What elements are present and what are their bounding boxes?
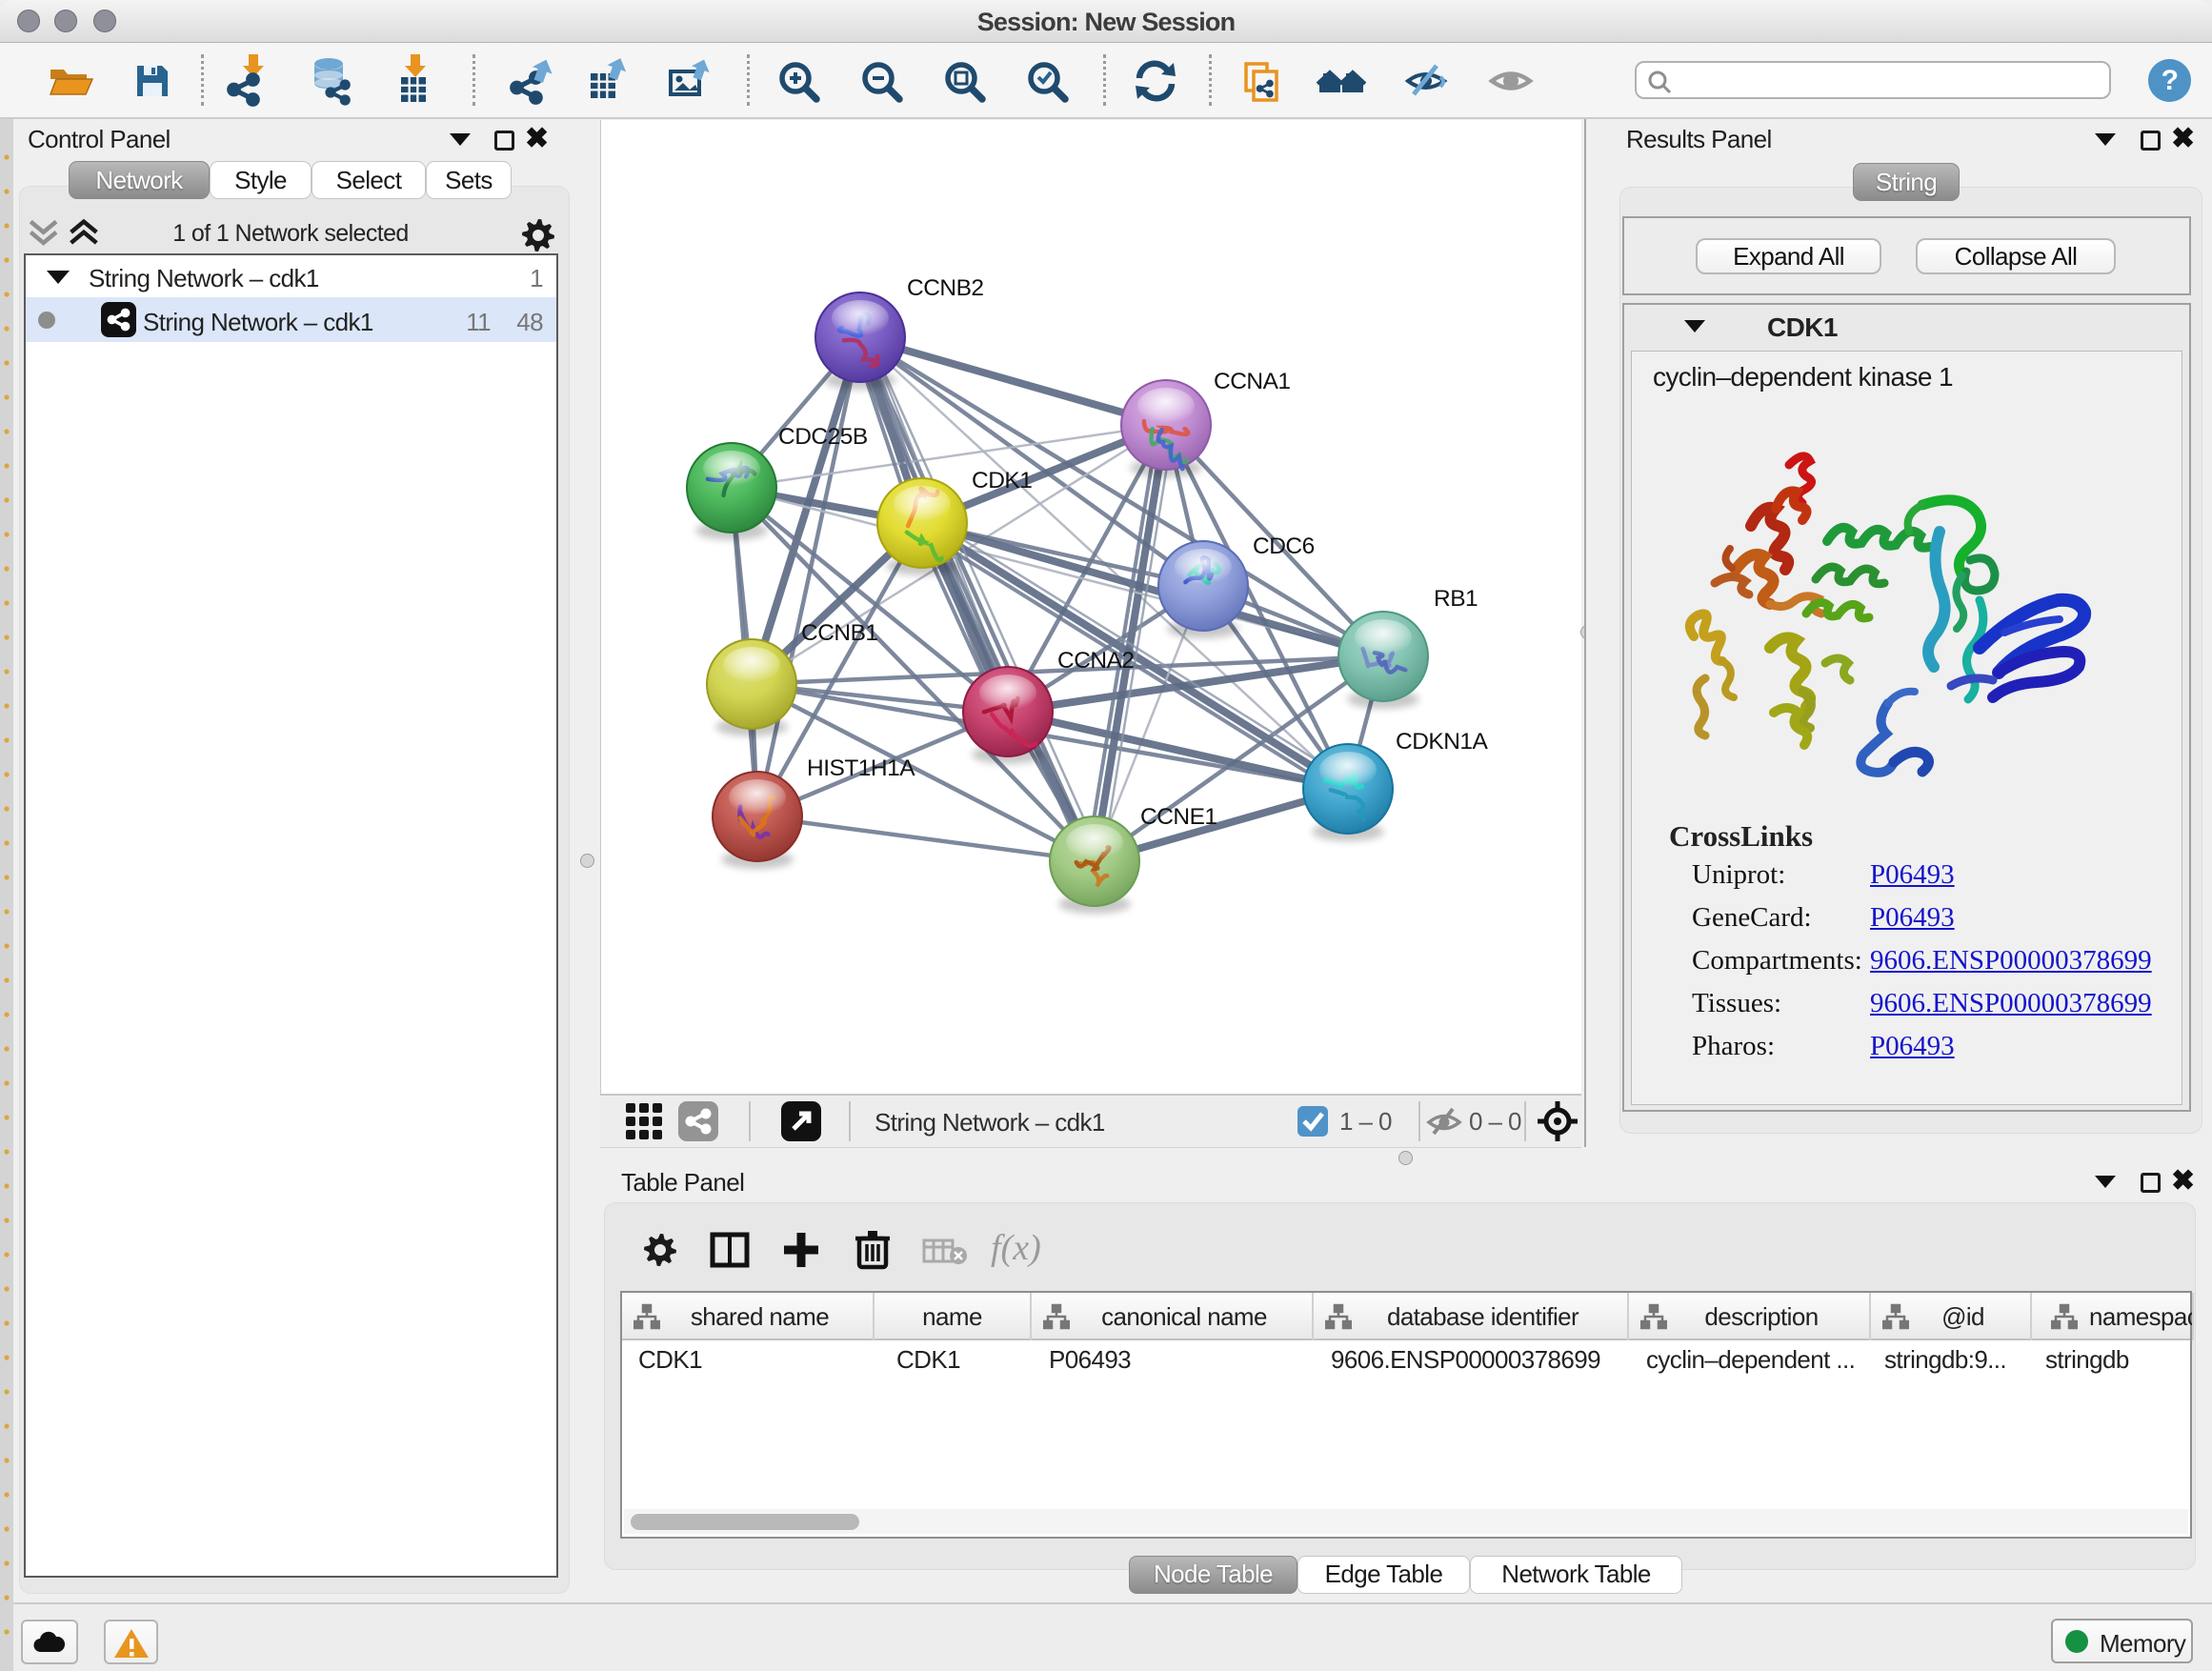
svg-text:CCNA2: CCNA2	[1057, 648, 1135, 674]
svg-text:CCNA1: CCNA1	[1214, 369, 1291, 394]
svg-text:CDC6: CDC6	[1253, 534, 1315, 559]
svg-text:CDK1: CDK1	[972, 468, 1032, 493]
svg-text:CCNE1: CCNE1	[1140, 804, 1217, 830]
svg-text:CCNB1: CCNB1	[801, 620, 878, 646]
svg-text:CDKN1A: CDKN1A	[1396, 729, 1489, 755]
svg-text:CDC25B: CDC25B	[778, 424, 868, 450]
svg-text:HIST1H1A: HIST1H1A	[807, 755, 915, 781]
svg-text:CCNB2: CCNB2	[907, 275, 984, 301]
svg-text:RB1: RB1	[1434, 586, 1478, 612]
